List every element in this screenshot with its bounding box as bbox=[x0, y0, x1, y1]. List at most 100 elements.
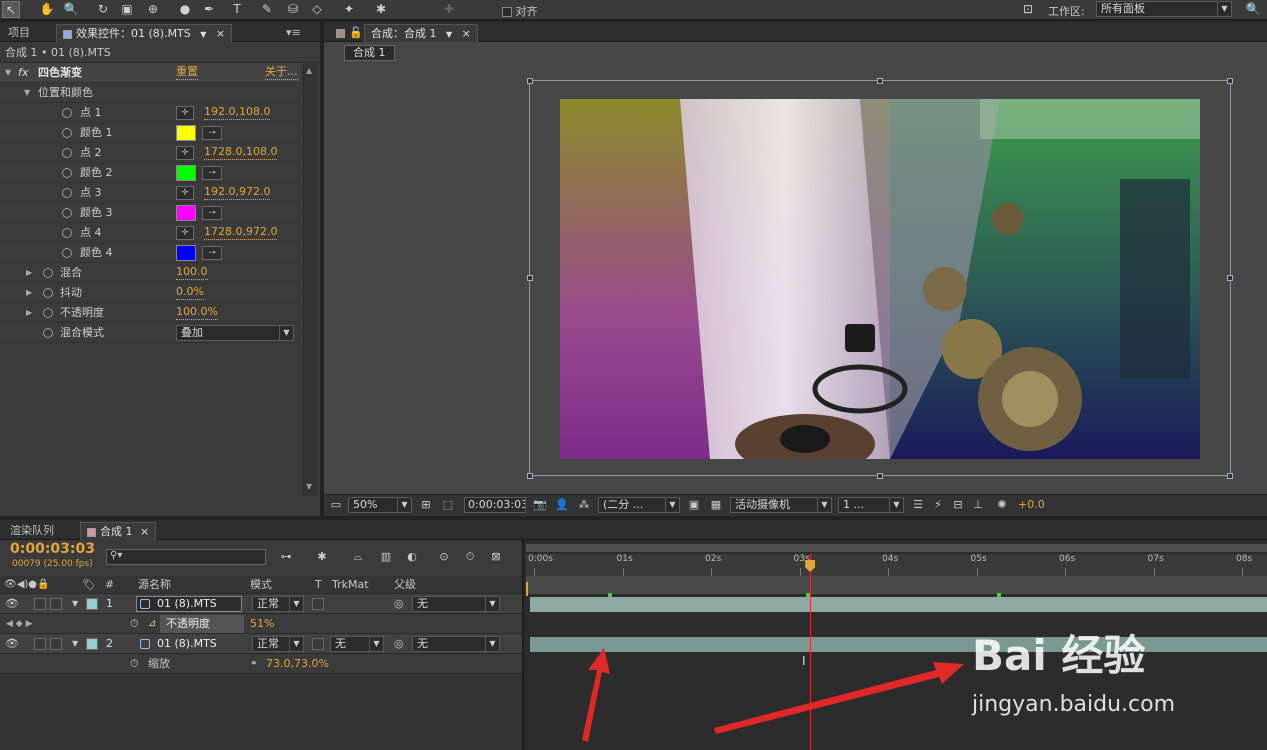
flowchart-icon[interactable]: ⊥ bbox=[970, 498, 986, 512]
layer-2-scale-row[interactable]: ⏱ 缩放 ⚭ 73.0,73.0% bbox=[0, 654, 522, 674]
blend-value[interactable]: 100.0 bbox=[176, 265, 208, 280]
constrain-proportions-icon[interactable]: ⚭ bbox=[250, 654, 258, 674]
time-ruler[interactable]: 0:00s 01s 02s 03s 04s 05s 06s 07s 08s bbox=[526, 554, 1267, 576]
stopwatch-icon[interactable] bbox=[62, 128, 72, 138]
eyedropper-icon[interactable]: ⊸ bbox=[202, 126, 222, 140]
group-position-color[interactable]: ▼ 位置和颜色 bbox=[0, 83, 300, 103]
comp-mini-flowchart-icon[interactable]: ⊶ bbox=[278, 550, 294, 564]
magnification-select[interactable]: 50% ▼ bbox=[348, 497, 412, 513]
crosshair-icon[interactable]: ✛ bbox=[176, 186, 194, 200]
work-area-bar[interactable] bbox=[526, 544, 1267, 552]
property-point-2[interactable]: 点 2 ✛ 1728.0,108.0 bbox=[0, 143, 300, 163]
layer-name[interactable]: 01 (8).MTS bbox=[136, 596, 242, 612]
views-select[interactable]: 1 ... ▼ bbox=[838, 497, 904, 513]
close-icon[interactable]: × bbox=[216, 27, 225, 40]
snapshot-icon[interactable]: 📷 bbox=[532, 498, 548, 512]
opacity-value[interactable]: 51% bbox=[250, 614, 274, 634]
eye-icon[interactable]: 👁 bbox=[5, 634, 19, 654]
tab-render-queue[interactable]: 渲染队列 bbox=[4, 522, 60, 540]
close-icon[interactable]: × bbox=[140, 525, 149, 538]
property-color-3[interactable]: 颜色 3 ⊸ bbox=[0, 203, 300, 223]
eraser-tool-icon[interactable]: ◇ bbox=[308, 1, 326, 18]
property-point-1[interactable]: 点 1 ✛ 192.0,108.0 bbox=[0, 103, 300, 123]
motion-blur-icon[interactable]: ◐ bbox=[404, 550, 420, 564]
color-3-swatch[interactable] bbox=[176, 205, 196, 221]
property-blend[interactable]: ▶ 混合 100.0 bbox=[0, 263, 300, 283]
clone-stamp-tool-icon[interactable]: ⛁ bbox=[284, 1, 302, 18]
property-color-4[interactable]: 颜色 4 ⊸ bbox=[0, 243, 300, 263]
selection-tool-icon[interactable]: ↖ bbox=[2, 1, 20, 18]
timeline-timecode[interactable]: 0:00:03:03 bbox=[10, 541, 95, 557]
crosshair-icon[interactable]: ✛ bbox=[176, 106, 194, 120]
transform-handle[interactable] bbox=[1227, 78, 1233, 84]
stopwatch-icon[interactable] bbox=[62, 148, 72, 158]
hand-tool-icon[interactable]: ✋ bbox=[38, 1, 56, 18]
camera-select[interactable]: 活动摄像机 ▼ bbox=[730, 497, 832, 513]
eyedropper-icon[interactable]: ⊸ bbox=[202, 206, 222, 220]
point-3-value[interactable]: 192.0,972.0 bbox=[204, 185, 271, 200]
auto-keyframe-icon[interactable]: ⏱ bbox=[462, 550, 478, 564]
eye-icon[interactable]: 👁 bbox=[5, 594, 19, 614]
color-4-swatch[interactable] bbox=[176, 245, 196, 261]
stopwatch-icon[interactable] bbox=[62, 228, 72, 238]
graph-icon[interactable]: ⊿ bbox=[148, 614, 156, 634]
always-preview-icon[interactable]: ▭ bbox=[328, 498, 344, 512]
rotate-tool-icon[interactable]: ↻ bbox=[94, 1, 112, 18]
expand-triangle-icon[interactable]: ▼ bbox=[24, 83, 30, 103]
property-opacity[interactable]: ▶ 不透明度 100.0% bbox=[0, 303, 300, 323]
toggle-pixel-aspect-icon[interactable]: ☰ bbox=[910, 498, 926, 512]
effect-controls-scrollbar[interactable]: ▲ ▼ bbox=[303, 64, 317, 496]
preserve-transparency-toggle[interactable] bbox=[312, 638, 324, 650]
fast-previews-icon[interactable]: ⚡ bbox=[930, 498, 946, 512]
transparency-grid-icon[interactable]: ▦ bbox=[708, 498, 724, 512]
lock-toggle[interactable] bbox=[50, 638, 62, 650]
pen-tool-icon[interactable]: ✒ bbox=[200, 1, 218, 18]
pickwhip-icon[interactable]: ◎ bbox=[394, 594, 404, 614]
brainstorm-icon[interactable]: ⊙ bbox=[436, 550, 452, 564]
property-name[interactable]: 不透明度 bbox=[160, 615, 244, 633]
property-jitter[interactable]: ▶ 抖动 0.0% bbox=[0, 283, 300, 303]
label-color[interactable] bbox=[86, 638, 98, 650]
layer-1-bar[interactable] bbox=[530, 597, 1267, 612]
expand-triangle-icon[interactable]: ▼ bbox=[5, 63, 11, 83]
panel-menu-icon[interactable]: ▾≡ bbox=[280, 24, 307, 42]
scroll-down-icon[interactable]: ▼ bbox=[306, 482, 312, 491]
camera-tool-icon[interactable]: ▣ bbox=[118, 1, 136, 18]
stopwatch-icon[interactable] bbox=[43, 288, 53, 298]
brush-tool-icon[interactable]: ✎ bbox=[258, 1, 276, 18]
puppet-tool-icon[interactable]: ✱ bbox=[372, 1, 390, 18]
layer-2-mode-select[interactable]: 正常 ▼ bbox=[252, 636, 304, 652]
snap-checkbox[interactable] bbox=[502, 7, 512, 17]
comp-chip[interactable]: 合成 1 bbox=[344, 45, 395, 61]
jitter-value[interactable]: 0.0% bbox=[176, 285, 204, 300]
tab-composition[interactable]: 合成：合成 1 ▼ × bbox=[364, 24, 478, 42]
layer-row-2[interactable]: 👁 ▼ 2 01 (8).MTS 正常 ▼ 无 ▼ ◎ 无 ▼ bbox=[0, 634, 522, 654]
tab-effect-controls[interactable]: 效果控件：01 (8).MTS ▼ × bbox=[56, 24, 233, 42]
layer-1-opacity-row[interactable]: ◀ ◆ ▶ ⏱ ⊿ 不透明度 51% bbox=[0, 614, 522, 634]
text-tool-icon[interactable]: T bbox=[228, 1, 246, 18]
blend-mode-select[interactable]: 叠加 ▼ bbox=[176, 325, 294, 341]
property-point-3[interactable]: 点 3 ✛ 192.0,972.0 bbox=[0, 183, 300, 203]
color-1-swatch[interactable] bbox=[176, 125, 196, 141]
layer-name[interactable]: 01 (8).MTS bbox=[157, 634, 217, 654]
mask-visibility-icon[interactable]: ⬚ bbox=[440, 498, 456, 512]
label-color[interactable] bbox=[86, 598, 98, 610]
effect-header-row[interactable]: ▼ fx 四色渐变 重置 关于... bbox=[0, 63, 300, 83]
stopwatch-icon[interactable] bbox=[43, 308, 53, 318]
layer-2-trkmat-select[interactable]: 无 ▼ bbox=[330, 636, 384, 652]
current-time-field[interactable]: 0:00:03:03 bbox=[464, 497, 526, 513]
tab-comp-timeline[interactable]: 合成 1 × bbox=[80, 522, 157, 540]
col-source-name[interactable]: 源名称 bbox=[138, 576, 171, 594]
frame-blending-icon[interactable]: ▥ bbox=[378, 550, 394, 564]
chevron-down-icon[interactable]: ▼ bbox=[200, 30, 206, 39]
graph-editor-icon[interactable]: ⊠ bbox=[488, 550, 504, 564]
pan-behind-tool-icon[interactable]: ⊕ bbox=[144, 1, 162, 18]
scroll-up-icon[interactable]: ▲ bbox=[306, 66, 312, 75]
workspace-select[interactable]: 所有面板 ▼ bbox=[1096, 1, 1232, 17]
stopwatch-icon[interactable] bbox=[62, 108, 72, 118]
composition-viewer-image[interactable] bbox=[560, 99, 1200, 459]
work-area-start[interactable] bbox=[526, 582, 528, 596]
shy-layers-icon[interactable]: ⌓ bbox=[350, 550, 366, 564]
expand-triangle-icon[interactable]: ▼ bbox=[72, 634, 78, 654]
point-1-value[interactable]: 192.0,108.0 bbox=[204, 105, 271, 120]
